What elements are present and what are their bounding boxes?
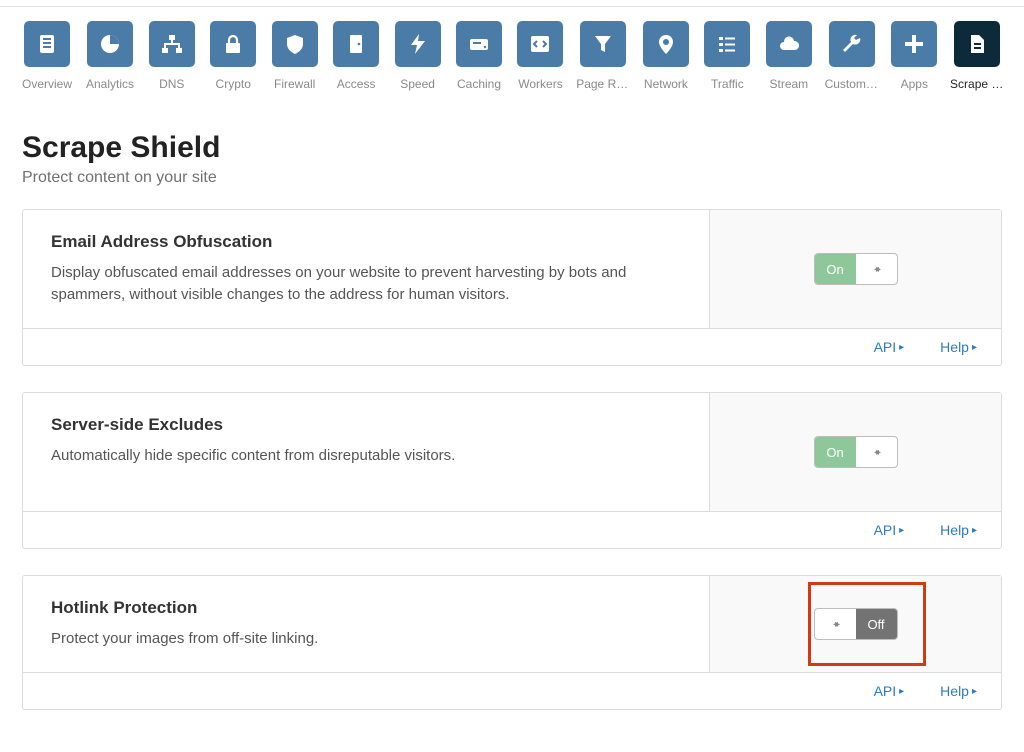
nav-custom[interactable]: Custom …	[827, 21, 877, 91]
nav-label: Speed	[400, 77, 435, 91]
nav-firewall[interactable]: Firewall	[271, 21, 318, 91]
setting-control-area: On◂▸	[709, 210, 1001, 328]
nav-label: Apps	[901, 77, 928, 91]
nav-label: Stream	[769, 77, 808, 91]
setting-server-side-excludes: Server-side Excludes Automatically hide s…	[22, 392, 1002, 549]
clipboard-icon	[24, 21, 70, 67]
setting-footer: API▸ Help▸	[23, 672, 1001, 709]
settings-list: Email Address Obfuscation Display obfusca…	[22, 209, 1002, 710]
toggle-server-side-excludes[interactable]: On◂▸	[814, 436, 898, 468]
nav-label: Crypto	[216, 77, 251, 91]
nav-traffic[interactable]: Traffic	[704, 21, 751, 91]
door-icon	[333, 21, 379, 67]
toggle-hotlink-protection[interactable]: Off◂▸	[814, 608, 898, 640]
funnel-icon	[580, 21, 626, 67]
nav-crypto[interactable]: Crypto	[209, 21, 256, 91]
doc-icon	[954, 21, 1000, 67]
nav-label: Custom …	[825, 77, 879, 91]
help-link[interactable]: Help▸	[940, 339, 977, 355]
setting-control-area: Off◂▸	[709, 576, 1001, 672]
setting-control-area: On◂▸	[709, 393, 1001, 511]
nav-label: Page Rules	[576, 77, 630, 91]
nav-overview[interactable]: Overview	[22, 21, 72, 91]
toggle-grip-icon: ◂▸	[856, 254, 897, 284]
help-link[interactable]: Help▸	[940, 683, 977, 699]
page-subtitle: Protect content on your site	[22, 169, 1002, 187]
nav-caching[interactable]: Caching	[455, 21, 502, 91]
toggle-state-label: On	[815, 437, 856, 467]
nav-label: DNS	[159, 77, 184, 91]
nav-label: Caching	[457, 77, 501, 91]
drive-icon	[456, 21, 502, 67]
primary-nav: Overview Analytics DNS Crypto Firewall Access…	[0, 7, 1024, 99]
setting-title: Email Address Obfuscation	[51, 232, 681, 252]
setting-footer: API▸ Help▸	[23, 328, 1001, 365]
toggle-email-obfuscation[interactable]: On◂▸	[814, 253, 898, 285]
nav-workers[interactable]: Workers	[517, 21, 564, 91]
toggle-grip-icon: ◂▸	[856, 437, 897, 467]
api-link[interactable]: API▸	[874, 339, 905, 355]
setting-desc: Display obfuscated email addresses on yo…	[51, 262, 681, 306]
setting-desc: Automatically hide specific content from…	[51, 445, 681, 467]
nav-analytics[interactable]: Analytics	[86, 21, 134, 91]
setting-title: Hotlink Protection	[51, 598, 681, 618]
api-link[interactable]: API▸	[874, 683, 905, 699]
page-title: Scrape Shield	[22, 131, 1002, 165]
sitemap-icon	[149, 21, 195, 67]
api-link[interactable]: API▸	[874, 522, 905, 538]
shield-icon	[272, 21, 318, 67]
setting-hotlink-protection: Hotlink Protection Protect your images fr…	[22, 575, 1002, 710]
nav-label: Overview	[22, 77, 72, 91]
toggle-state-label: On	[815, 254, 856, 284]
cloud-icon	[766, 21, 812, 67]
nav-stream[interactable]: Stream	[765, 21, 812, 91]
nav-label: Access	[337, 77, 376, 91]
nav-apps[interactable]: Apps	[891, 21, 938, 91]
nav-scrape-shield[interactable]: Scrape S…	[952, 21, 1002, 91]
setting-email-obfuscation: Email Address Obfuscation Display obfusca…	[22, 209, 1002, 366]
toggle-state-label: Off	[856, 609, 897, 639]
nav-network[interactable]: Network	[642, 21, 689, 91]
setting-desc: Protect your images from off-site linkin…	[51, 628, 681, 650]
setting-title: Server-side Excludes	[51, 415, 681, 435]
nav-dns[interactable]: DNS	[148, 21, 195, 91]
plus-icon	[891, 21, 937, 67]
nav-label: Firewall	[274, 77, 315, 91]
toggle-grip-icon: ◂▸	[815, 609, 856, 639]
nav-access[interactable]: Access	[332, 21, 379, 91]
page: Scrape Shield Protect content on your si…	[0, 99, 1024, 746]
nav-label: Traffic	[711, 77, 744, 91]
nav-speed[interactable]: Speed	[394, 21, 441, 91]
help-link[interactable]: Help▸	[940, 522, 977, 538]
bolt-icon	[395, 21, 441, 67]
nav-label: Scrape S…	[950, 77, 1004, 91]
list-icon	[704, 21, 750, 67]
nav-label: Analytics	[86, 77, 134, 91]
nav-label: Network	[644, 77, 688, 91]
lock-icon	[210, 21, 256, 67]
wrench-icon	[829, 21, 875, 67]
code-icon	[517, 21, 563, 67]
pin-icon	[643, 21, 689, 67]
piechart-icon	[87, 21, 133, 67]
nav-label: Workers	[518, 77, 562, 91]
nav-page-rules[interactable]: Page Rules	[578, 21, 628, 91]
setting-footer: API▸ Help▸	[23, 511, 1001, 548]
